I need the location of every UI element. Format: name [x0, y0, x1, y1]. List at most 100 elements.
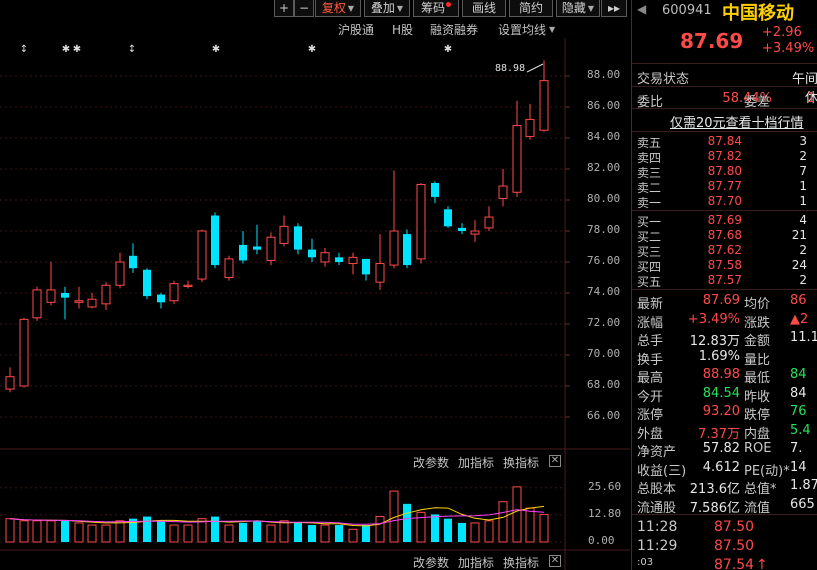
- zoom-in-button[interactable]: +: [274, 0, 294, 17]
- up-arrow-icon: ↑: [756, 557, 768, 570]
- candlestick-chart[interactable]: ↕ ✱ ✱ ↕ ✱ ✱ ✱: [0, 38, 630, 570]
- stat-label: 昨收: [744, 389, 771, 405]
- volume-bar: [279, 520, 289, 543]
- volume-bar: [470, 522, 480, 543]
- volume-bar: [101, 524, 111, 543]
- ask-row[interactable]: 卖四 87.82 2: [632, 149, 817, 165]
- candle-body: [74, 300, 84, 303]
- bid-row[interactable]: 买一 87.69 4: [632, 213, 817, 229]
- stat-label: 最低: [744, 371, 771, 386]
- bid-row[interactable]: 买四 87.58 24: [632, 258, 817, 274]
- candle-body: [484, 216, 494, 229]
- chip-button[interactable]: 筹码: [413, 0, 459, 17]
- ask-row[interactable]: 卖一 87.70 1: [632, 194, 817, 210]
- volume-bar: [224, 524, 234, 543]
- last-price: 87.69: [680, 29, 744, 53]
- candle-body: [239, 244, 247, 261]
- zoom-out-button[interactable]: −: [294, 0, 314, 17]
- hugutong-link[interactable]: 沪股通: [338, 21, 374, 38]
- price-tick-label: 76.00: [587, 254, 621, 267]
- stats-row: 收益(三) 4.612 PE(动)* 14: [632, 460, 817, 479]
- candle-body: [253, 246, 261, 250]
- simple-mode-button[interactable]: 简约: [509, 0, 553, 17]
- footer-edit-params-button[interactable]: 改参数: [413, 554, 449, 570]
- prev-stock-icon[interactable]: ◀: [637, 2, 646, 16]
- volume-bar: [431, 514, 439, 542]
- price-change: +2.96: [762, 25, 802, 40]
- volume-tick-label: 12.80: [588, 506, 622, 520]
- close-icon[interactable]: ✕: [549, 555, 561, 567]
- stats-row: 换手 1.69% 量比: [632, 348, 817, 368]
- volume-bar: [211, 516, 219, 542]
- divider: [632, 289, 817, 290]
- divider: [632, 86, 817, 87]
- ma-settings-link[interactable]: 设置均线 ▼: [498, 21, 555, 38]
- candle-body: [362, 258, 370, 275]
- candle-body: [115, 261, 125, 286]
- bid-volume: 2: [799, 273, 807, 287]
- draw-line-button[interactable]: 画线: [462, 0, 506, 17]
- volume-bar: [32, 520, 42, 543]
- volume-bar: [61, 520, 69, 542]
- h-share-link[interactable]: H股: [392, 21, 413, 38]
- stat-value: 1.69%: [698, 348, 740, 364]
- close-icon[interactable]: ✕: [549, 455, 561, 467]
- stat-value: 57.82: [702, 441, 740, 456]
- price-header: 87.69 +2.96 +3.49%: [632, 22, 817, 62]
- ask-row[interactable]: 卖二 87.77 1: [632, 179, 817, 195]
- hide-button[interactable]: 隐藏 ▼: [556, 0, 600, 17]
- chip-label: 筹码: [420, 1, 445, 15]
- footer-switch-indicator-button[interactable]: 换指标: [503, 554, 539, 570]
- margin-trading-link[interactable]: 融资融券: [430, 21, 478, 38]
- candle-body: [444, 209, 452, 227]
- event-markers: ↕ ✱ ✱ ↕ ✱ ✱ ✱: [20, 44, 452, 55]
- volume-bar: [512, 486, 522, 543]
- fuquan-button[interactable]: 复权 ▼: [315, 0, 361, 17]
- stat-label: 流值: [744, 500, 771, 516]
- high-price-marker: 88.98: [495, 63, 526, 74]
- expand-arrows-icon[interactable]: ▸▸: [601, 0, 627, 17]
- tick-time: :03: [637, 557, 654, 568]
- price-change-pct: +3.49%: [762, 41, 815, 56]
- stat-label: 外盘: [637, 426, 664, 442]
- stat-value: 1.87: [790, 478, 817, 493]
- tick-row: :03 87.54 ↑: [632, 557, 817, 570]
- stat-label: ROE: [744, 441, 772, 456]
- stat-label: PE(动)*: [744, 463, 790, 479]
- high-marker-arrow: [526, 63, 544, 73]
- bid-row[interactable]: 买三 87.62 2: [632, 243, 817, 259]
- volume-bar: [87, 524, 97, 543]
- bid-price: 87.68: [707, 228, 742, 242]
- stat-label: 金额: [744, 334, 771, 349]
- ma-settings-label: 设置均线: [498, 23, 547, 37]
- bid-row[interactable]: 买二 87.68 21: [632, 228, 817, 244]
- overlay-button[interactable]: 叠加 ▼: [364, 0, 410, 17]
- stat-label: 总手: [637, 334, 664, 349]
- volume-panel-header: 改参数 加指标 换指标 ✕: [0, 454, 565, 470]
- vol-add-indicator-button[interactable]: 加指标: [458, 454, 494, 471]
- candle-body: [498, 185, 508, 199]
- vol-switch-indicator-button[interactable]: 换指标: [503, 454, 539, 471]
- candle-body: [458, 227, 466, 231]
- bid-row[interactable]: 买五 87.57 2: [632, 273, 817, 289]
- vol-edit-params-button[interactable]: 改参数: [413, 454, 449, 471]
- stats-row: 涨停 93.20 跌停 76: [632, 404, 817, 423]
- candle-body: [470, 230, 480, 235]
- ask-row[interactable]: 卖五 87.84 3: [632, 134, 817, 150]
- candle-body: [129, 255, 137, 269]
- level10-promo-link[interactable]: 仅需20元查看十档行情: [670, 112, 804, 131]
- kline-chart-area[interactable]: + − 复权 ▼ 叠加 ▼ 筹码 画线 简约 隐藏 ▼ ▸▸ 沪股通 H股 融资融券 …: [0, 0, 630, 570]
- stat-value: +3.49%: [687, 311, 740, 327]
- footer-add-indicator-button[interactable]: 加指标: [458, 554, 494, 570]
- trade-status-row: 交易状态 午间休: [632, 68, 817, 106]
- price-tick-label: 78.00: [587, 223, 621, 236]
- volume-bar: [525, 507, 535, 543]
- candle-body: [224, 258, 234, 278]
- stat-label: 最高: [637, 371, 664, 386]
- stock-title-bar: ◀ 600941 中国移动: [632, 0, 817, 24]
- ask-row[interactable]: 卖三 87.80 7: [632, 164, 817, 180]
- stat-label: 总股本: [637, 482, 677, 497]
- volume-bar: [183, 524, 193, 543]
- bid-price: 87.58: [707, 258, 742, 272]
- volume-panel-footer: 改参数 加指标 换指标 ✕: [0, 554, 565, 570]
